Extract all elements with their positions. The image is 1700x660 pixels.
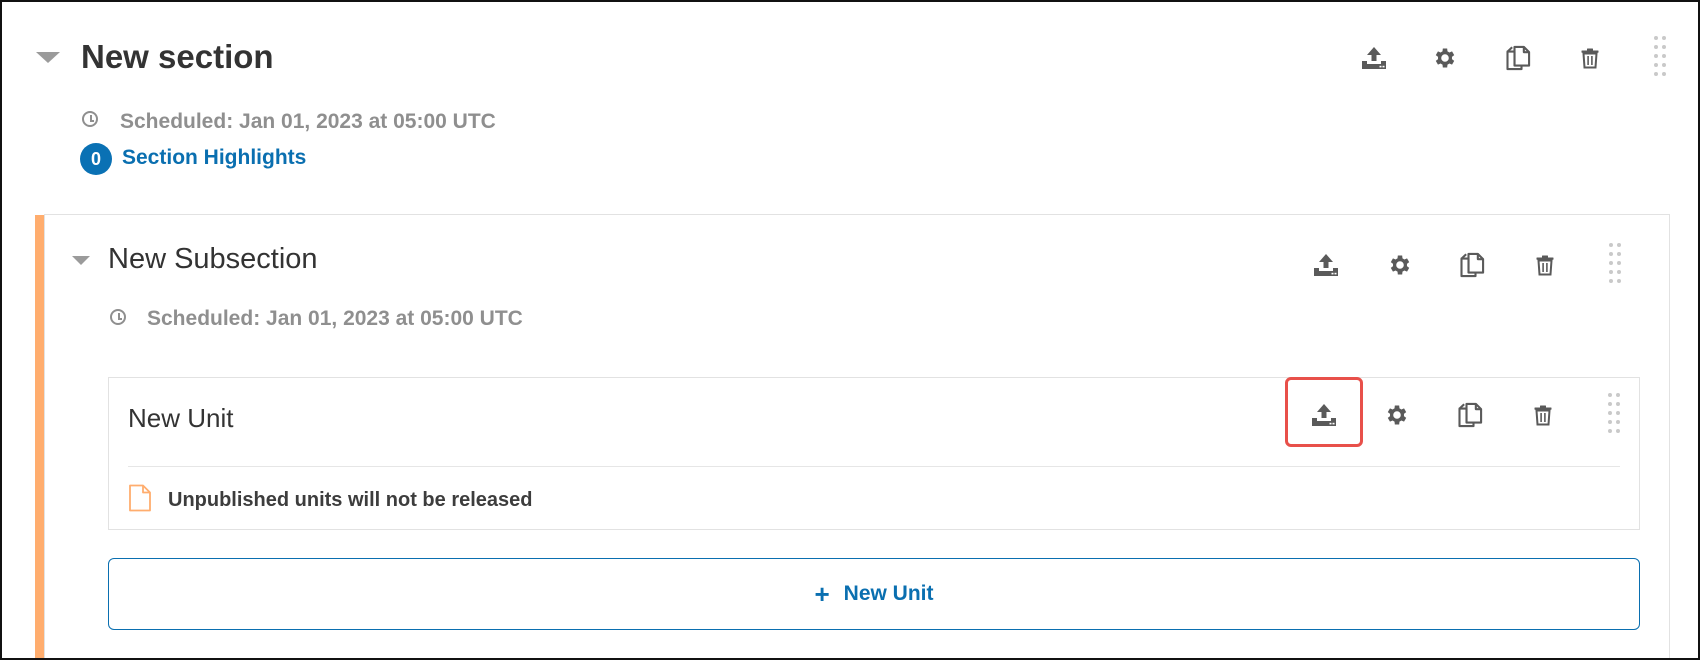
outline-container: New section Scheduled: Jan 01, 2023 at 0… — [0, 0, 1700, 660]
section-duplicate-button[interactable] — [1500, 40, 1536, 76]
unit-publish-button[interactable] — [1306, 397, 1342, 433]
subsection-settings-button[interactable] — [1382, 247, 1418, 283]
publish-icon — [1360, 46, 1388, 70]
subsection-status-bar — [35, 215, 44, 658]
unit-title[interactable]: New Unit — [128, 403, 233, 434]
new-unit-button-label: New Unit — [843, 582, 934, 605]
publish-icon — [1310, 403, 1338, 427]
unit-drag-handle-icon[interactable] — [1608, 393, 1622, 437]
subsection-drag-handle-icon[interactable] — [1609, 243, 1623, 287]
duplicate-icon — [1456, 401, 1484, 429]
section-drag-handle-icon[interactable] — [1654, 36, 1668, 80]
gear-icon — [1387, 252, 1413, 278]
section-title[interactable]: New section — [81, 38, 274, 76]
trash-icon — [1531, 402, 1555, 428]
section-collapse-caret-icon[interactable] — [36, 52, 60, 63]
clock-icon — [110, 309, 126, 325]
publish-icon — [1312, 253, 1340, 277]
duplicate-icon — [1504, 44, 1532, 72]
section-delete-button[interactable] — [1572, 40, 1608, 76]
subsection-delete-button[interactable] — [1527, 247, 1563, 283]
subsection-scheduled-text: Scheduled: Jan 01, 2023 at 05:00 UTC — [147, 307, 523, 330]
subsection-title[interactable]: New Subsection — [108, 243, 318, 276]
subsection-publish-button[interactable] — [1308, 247, 1344, 283]
section-scheduled-text: Scheduled: Jan 01, 2023 at 05:00 UTC — [120, 110, 496, 133]
duplicate-icon — [1458, 251, 1486, 279]
trash-icon — [1533, 252, 1557, 278]
subsection-duplicate-button[interactable] — [1454, 247, 1490, 283]
unit-delete-button[interactable] — [1525, 397, 1561, 433]
unit-divider — [128, 466, 1620, 467]
unit-duplicate-button[interactable] — [1452, 397, 1488, 433]
document-icon — [128, 484, 152, 512]
section-highlights-link[interactable]: Section Highlights — [122, 146, 306, 170]
new-unit-button[interactable]: + New Unit — [108, 558, 1640, 630]
clock-icon — [82, 111, 98, 127]
gear-icon — [1432, 45, 1458, 71]
section-publish-button[interactable] — [1356, 40, 1392, 76]
gear-icon — [1384, 402, 1410, 428]
highlights-count-badge[interactable]: 0 — [80, 143, 112, 175]
unit-warning-text: Unpublished units will not be released — [168, 489, 533, 511]
subsection-collapse-caret-icon[interactable] — [72, 256, 90, 265]
section-settings-button[interactable] — [1427, 40, 1463, 76]
trash-icon — [1578, 45, 1602, 71]
plus-icon: + — [814, 579, 830, 609]
unit-settings-button[interactable] — [1379, 397, 1415, 433]
